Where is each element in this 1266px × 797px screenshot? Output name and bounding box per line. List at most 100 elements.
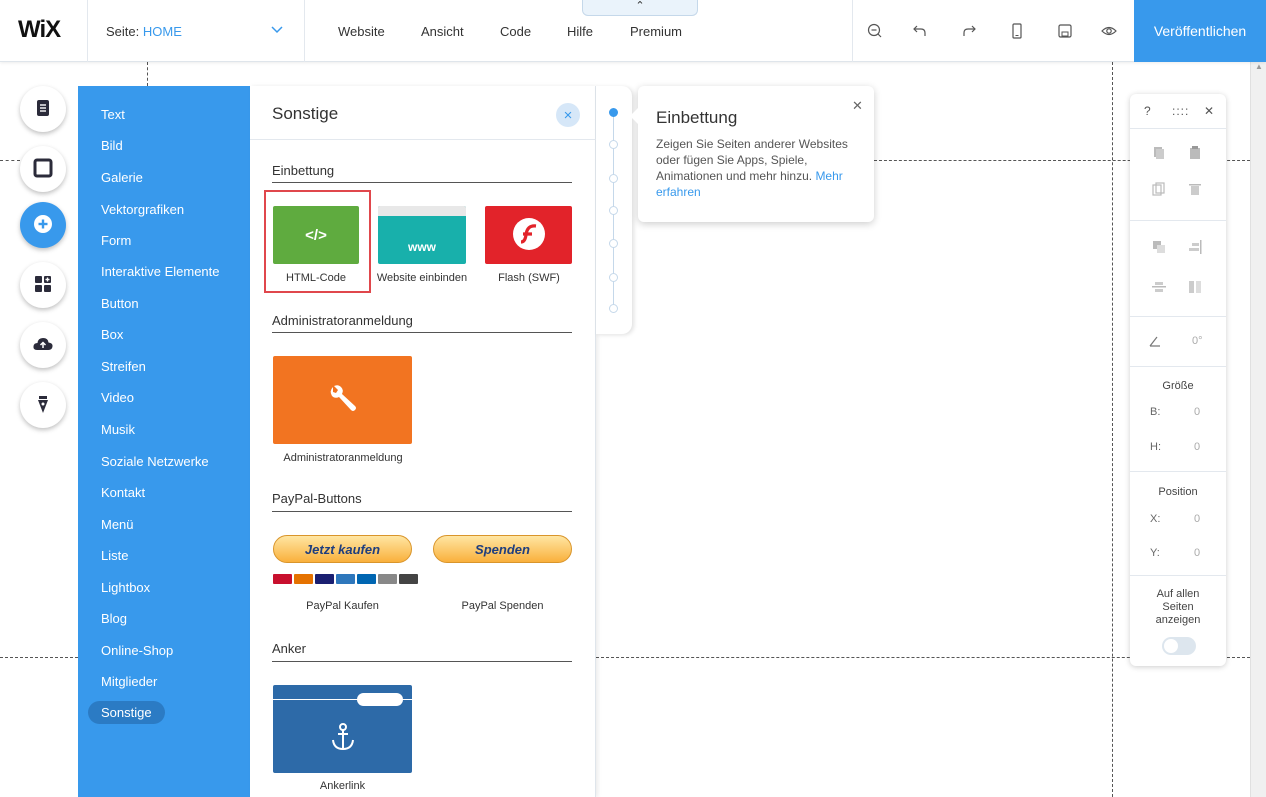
category-box[interactable]: Box <box>101 327 123 342</box>
section-title-paypal: PayPal-Buttons <box>272 491 362 506</box>
indicator-dot[interactable] <box>609 206 618 215</box>
category-menue[interactable]: Menü <box>101 517 134 532</box>
menu-code[interactable]: Code <box>500 24 531 39</box>
anchor-thumbnail[interactable] <box>273 685 412 773</box>
category-musik[interactable]: Musik <box>101 422 135 437</box>
page-selector[interactable]: Seite: HOME <box>106 24 182 39</box>
menu-hilfe[interactable]: Hilfe <box>567 24 593 39</box>
undo-icon[interactable] <box>909 20 931 42</box>
category-sonstige[interactable]: Sonstige <box>88 701 165 724</box>
indicator-dot-einbettung[interactable] <box>609 108 618 117</box>
anchor-label[interactable]: Ankerlink <box>273 780 412 792</box>
category-button[interactable]: Button <box>101 296 139 311</box>
redo-icon[interactable] <box>958 20 980 42</box>
category-text[interactable]: Text <box>101 107 125 122</box>
category-vektorgrafiken[interactable]: Vektorgrafiken <box>101 202 184 217</box>
top-bar: WiX Seite: HOME Website Ansicht Code Hil… <box>0 0 1266 62</box>
cloud-upload-icon <box>32 333 54 358</box>
wix-logo[interactable]: WiX <box>18 16 61 44</box>
save-icon[interactable] <box>1054 20 1076 42</box>
zoom-out-icon[interactable] <box>864 20 886 42</box>
indicator-dot[interactable] <box>609 273 618 282</box>
category-form[interactable]: Form <box>101 233 131 248</box>
add-button[interactable] <box>20 202 66 248</box>
category-streifen[interactable]: Streifen <box>101 359 146 374</box>
admin-login-label[interactable]: Administratoranmeldung <box>268 452 418 464</box>
pen-icon <box>32 393 54 418</box>
collapse-topbar-tab[interactable]: ⌃ <box>582 0 698 16</box>
category-galerie[interactable]: Galerie <box>101 170 143 185</box>
x-value[interactable]: 0 <box>1194 513 1200 525</box>
category-liste[interactable]: Liste <box>101 548 128 563</box>
inspector-panel: ? :::: ✕ 0° Größe B: 0 H: 0 Position X: … <box>1130 94 1226 666</box>
html-code-label[interactable]: HTML-Code <box>268 272 364 284</box>
indicator-dot[interactable] <box>609 239 618 248</box>
indicator-dot[interactable] <box>609 304 618 313</box>
chevron-down-icon[interactable] <box>270 22 284 38</box>
blog-button[interactable] <box>20 382 66 428</box>
section-divider <box>272 661 572 662</box>
help-icon[interactable]: ? <box>1144 104 1151 118</box>
panel-title: Sonstige <box>272 104 339 123</box>
menu-website[interactable]: Website <box>338 24 385 39</box>
category-lightbox[interactable]: Lightbox <box>101 580 150 595</box>
close-icon[interactable]: ✕ <box>1204 104 1214 118</box>
paypal-buy-button[interactable]: Jetzt kaufen <box>273 535 412 563</box>
angle-value[interactable]: 0° <box>1192 335 1203 347</box>
website-embed-label[interactable]: Website einbinden <box>368 272 476 284</box>
close-icon[interactable]: ✕ <box>852 98 863 114</box>
html-code-thumbnail[interactable]: </> <box>273 206 359 264</box>
close-icon: × <box>563 106 573 124</box>
menu-ansicht[interactable]: Ansicht <box>421 24 464 39</box>
distribute-icon[interactable] <box>1150 278 1168 296</box>
section-scroll-indicator <box>596 86 632 334</box>
category-soziale-netzwerke[interactable]: Soziale Netzwerke <box>101 454 209 469</box>
category-mitglieder[interactable]: Mitglieder <box>101 674 157 689</box>
flash-thumbnail[interactable] <box>485 206 572 264</box>
match-size-icon[interactable] <box>1186 278 1204 296</box>
indicator-dot[interactable] <box>609 174 618 183</box>
add-apps-button[interactable] <box>20 262 66 308</box>
flash-label[interactable]: Flash (SWF) <box>482 272 576 284</box>
paypal-donate-button[interactable]: Spenden <box>433 535 572 563</box>
close-panel-button[interactable]: × <box>556 103 580 127</box>
menu-premium[interactable]: Premium <box>630 24 682 39</box>
y-value[interactable]: 0 <box>1194 547 1200 559</box>
category-bild[interactable]: Bild <box>101 138 123 153</box>
scroll-up-icon[interactable]: ▲ <box>1255 62 1263 71</box>
category-kontakt[interactable]: Kontakt <box>101 485 145 500</box>
category-video[interactable]: Video <box>101 390 134 405</box>
background-button[interactable] <box>20 146 66 192</box>
delete-icon[interactable] <box>1186 180 1204 198</box>
width-value[interactable]: 0 <box>1194 406 1200 418</box>
duplicate-icon[interactable] <box>1150 180 1168 198</box>
category-blog[interactable]: Blog <box>101 611 127 626</box>
category-interaktive-elemente[interactable]: Interaktive Elemente <box>101 264 220 279</box>
show-on-all-pages-toggle[interactable] <box>1162 637 1196 655</box>
website-embed-thumbnail[interactable]: www <box>378 206 466 264</box>
pages-button[interactable] <box>20 86 66 132</box>
height-value[interactable]: 0 <box>1194 441 1200 453</box>
chevron-up-icon: ⌃ <box>635 0 645 12</box>
divider <box>1130 366 1226 367</box>
mobile-view-icon[interactable] <box>1006 20 1028 42</box>
media-upload-button[interactable] <box>20 322 66 368</box>
add-elements-panel: Sonstige × Einbettung </> HTML-Code www … <box>250 86 596 797</box>
preview-eye-icon[interactable] <box>1098 20 1120 42</box>
paste-icon[interactable] <box>1186 144 1204 162</box>
publish-button[interactable]: Veröffentlichen <box>1134 0 1266 62</box>
drag-handle-icon[interactable]: :::: <box>1172 104 1189 118</box>
admin-login-thumbnail[interactable] <box>273 356 412 444</box>
divider <box>1130 220 1226 221</box>
rotate-angle-icon[interactable] <box>1146 332 1164 350</box>
indicator-dot[interactable] <box>609 140 618 149</box>
tooltip-text: Zeigen Sie Seiten anderer Websites oder … <box>656 136 856 200</box>
canvas-scrollbar[interactable]: ▲ <box>1250 62 1266 797</box>
category-online-shop[interactable]: Online-Shop <box>101 643 173 658</box>
arrange-icon[interactable] <box>1150 238 1168 256</box>
copy-icon[interactable] <box>1150 144 1168 162</box>
paypal-donate-label[interactable]: PayPal Spenden <box>433 600 572 612</box>
align-icon[interactable] <box>1186 238 1204 256</box>
paypal-buy-label[interactable]: PayPal Kaufen <box>273 600 412 612</box>
anchor-icon <box>329 721 357 756</box>
